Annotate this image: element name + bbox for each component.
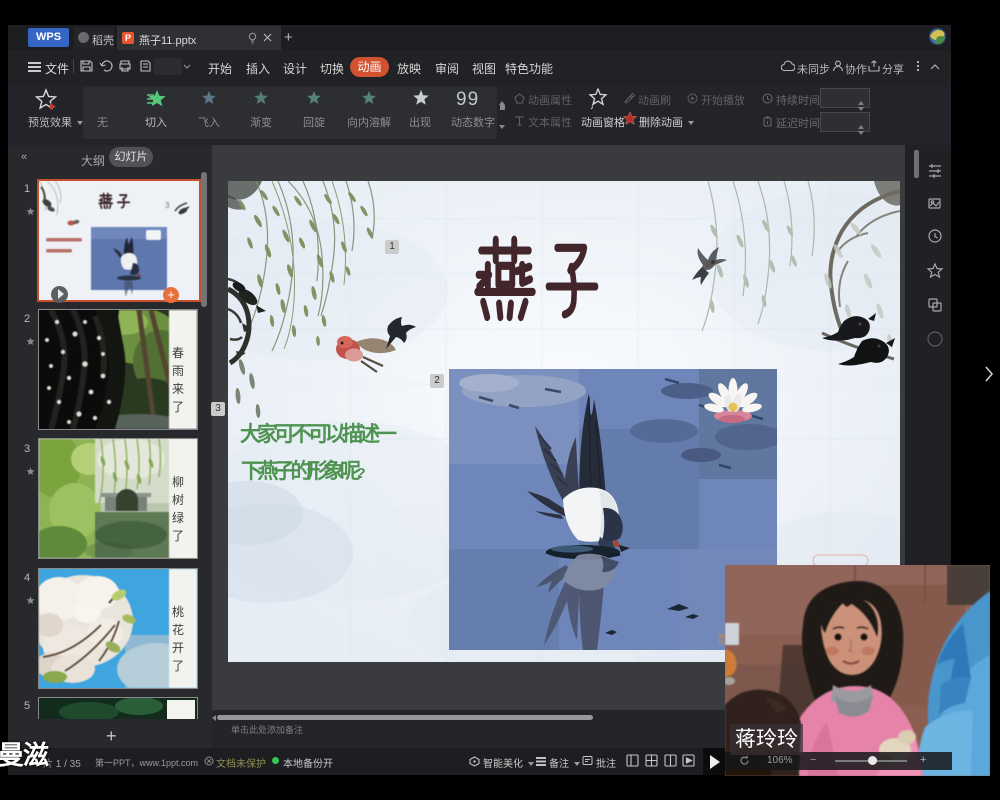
svg-text:3: 3 bbox=[165, 201, 170, 210]
